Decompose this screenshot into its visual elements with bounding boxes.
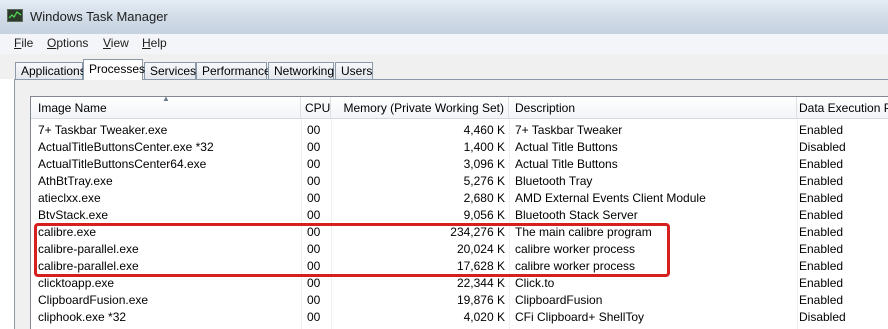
process-cpu: 00 [307, 123, 321, 137]
title-bar[interactable]: Windows Task Manager [0, 0, 888, 35]
tab-applications[interactable]: Applications [15, 62, 86, 79]
process-cpu: 00 [307, 157, 321, 171]
process-cpu: 00 [307, 310, 321, 324]
process-memory: 22,344 K [456, 276, 505, 290]
menu-bar: File Options View Help [0, 34, 888, 54]
column-header-image-name-label: Image Name [38, 101, 107, 115]
process-list[interactable]: ▲ Image Name CPU Memory (Private Working… [30, 96, 888, 329]
process-memory: 4,020 K [463, 310, 505, 324]
column-header-image-name[interactable]: ▲ Image Name [31, 97, 301, 119]
process-image-name: ActualTitleButtonsCenter64.exe [38, 157, 207, 171]
process-cpu: 00 [307, 191, 321, 205]
process-row[interactable]: atieclxx.exe 00 2,680 K AMD External Eve… [31, 190, 888, 207]
process-description: Actual Title Buttons [515, 140, 618, 154]
process-image-name: atieclxx.exe [38, 191, 101, 205]
process-row[interactable]: BtvStack.exe 00 9,056 K Bluetooth Stack … [31, 207, 888, 224]
process-description: ClipboardFusion [515, 293, 603, 307]
window-title: Windows Task Manager [30, 9, 168, 24]
process-row[interactable]: ActualTitleButtonsCenter64.exe 00 3,096 … [31, 156, 888, 173]
menu-options[interactable]: Options [47, 36, 88, 50]
process-dep: Enabled [799, 123, 844, 137]
process-row[interactable]: cliphook.exe *32 00 4,020 K CFi Clipboar… [31, 309, 888, 326]
tab-services[interactable]: Services [144, 62, 196, 79]
process-row[interactable]: 7+ Taskbar Tweaker.exe 00 4,460 K 7+ Tas… [31, 122, 888, 139]
task-manager-app-icon [7, 9, 23, 22]
process-dep: Disabled [799, 140, 846, 154]
process-memory: 19,876 K [456, 293, 505, 307]
sort-ascending-icon: ▲ [162, 97, 170, 103]
process-description: Bluetooth Tray [515, 174, 593, 188]
process-dep: Enabled [799, 208, 844, 222]
process-description: 7+ Taskbar Tweaker [515, 123, 623, 137]
process-cpu: 00 [307, 293, 321, 307]
process-dep: Enabled [799, 174, 844, 188]
process-cpu: 00 [307, 174, 321, 188]
process-cpu: 00 [307, 276, 321, 290]
process-description: CFi Clipboard+ ShellToy [515, 310, 645, 324]
process-dep: Enabled [799, 276, 844, 290]
menu-file[interactable]: File [14, 36, 33, 50]
menu-view[interactable]: View [103, 36, 129, 50]
process-memory: 5,276 K [463, 174, 505, 188]
process-dep: Enabled [799, 259, 844, 273]
process-cpu: 00 [307, 140, 321, 154]
process-dep: Enabled [799, 293, 844, 307]
tab-processes[interactable]: Processes [83, 59, 145, 80]
process-cpu: 00 [307, 208, 321, 222]
process-image-name: ActualTitleButtonsCenter.exe *32 [38, 140, 214, 154]
process-description: AMD External Events Client Module [515, 191, 706, 205]
column-header-cpu[interactable]: CPU [301, 97, 331, 119]
highlight-annotation [34, 223, 670, 277]
column-header-description[interactable]: Description [509, 97, 797, 119]
process-dep: Enabled [799, 191, 844, 205]
process-description: Actual Title Buttons [515, 157, 618, 171]
process-row[interactable]: ActualTitleButtonsCenter.exe *32 00 1,40… [31, 139, 888, 156]
tab-users[interactable]: Users [335, 62, 373, 79]
column-header-dep[interactable]: Data Execution Pre [797, 97, 888, 119]
process-row[interactable]: clicktoapp.exe 00 22,344 K Click.to Enab… [31, 275, 888, 292]
process-image-name: BtvStack.exe [38, 208, 109, 222]
process-image-name: ClipboardFusion.exe [38, 293, 149, 307]
process-image-name: AthBtTray.exe [38, 174, 113, 188]
process-image-name: cliphook.exe *32 [38, 310, 127, 324]
process-row[interactable]: ClipboardFusion.exe 00 19,876 K Clipboar… [31, 292, 888, 309]
process-memory: 9,056 K [463, 208, 505, 222]
process-description: Bluetooth Stack Server [515, 208, 638, 222]
tab-performance[interactable]: Performance [196, 62, 271, 79]
process-dep: Enabled [799, 225, 844, 239]
process-image-name: clicktoapp.exe [38, 276, 115, 290]
process-dep: Disabled [799, 310, 846, 324]
process-image-name: 7+ Taskbar Tweaker.exe [38, 123, 168, 137]
menu-help[interactable]: Help [142, 36, 167, 50]
process-description: Click.to [515, 276, 555, 290]
process-dep: Enabled [799, 242, 844, 256]
column-header-memory[interactable]: Memory (Private Working Set) [331, 97, 509, 119]
tab-networking[interactable]: Networking [268, 62, 334, 79]
process-memory: 1,400 K [463, 140, 505, 154]
process-row[interactable]: AthBtTray.exe 00 5,276 K Bluetooth Tray … [31, 173, 888, 190]
process-memory: 2,680 K [463, 191, 505, 205]
process-memory: 3,096 K [463, 157, 505, 171]
process-memory: 4,460 K [463, 123, 505, 137]
process-dep: Enabled [799, 157, 844, 171]
